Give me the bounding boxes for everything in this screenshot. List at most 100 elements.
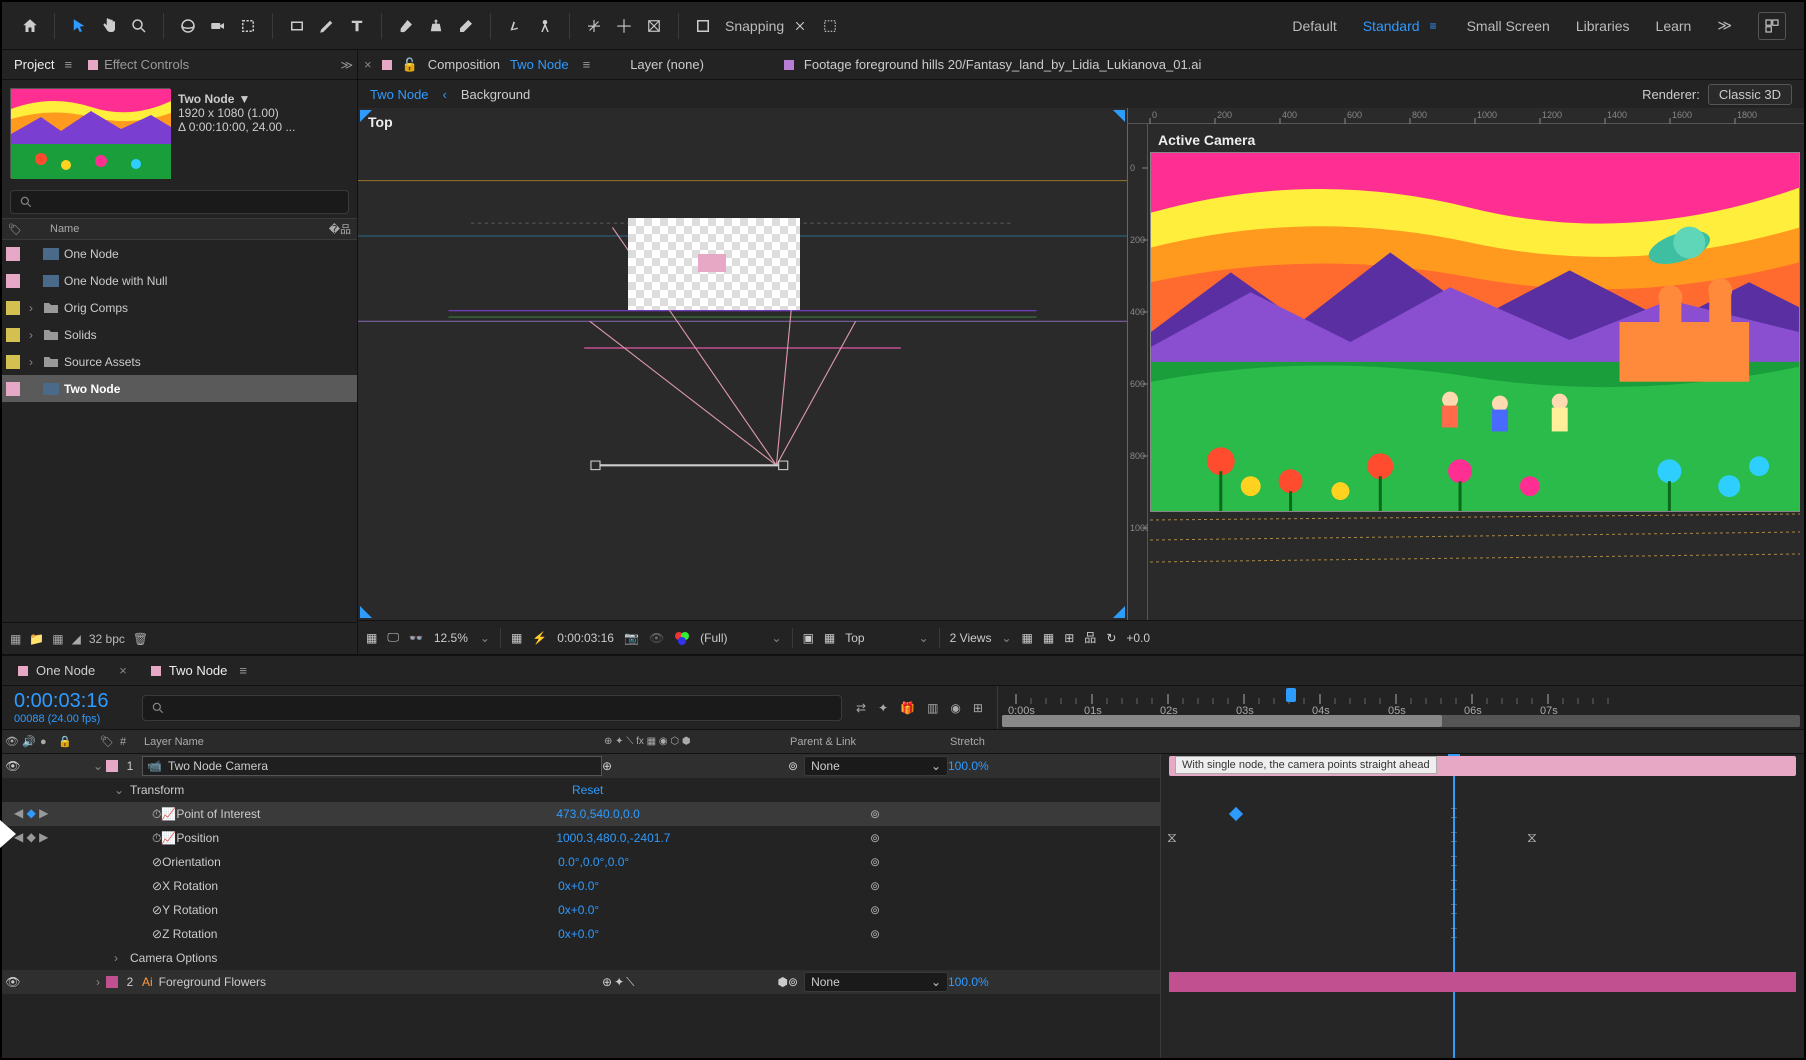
corner-handle[interactable]	[360, 606, 372, 618]
draft-3d-icon[interactable]: ✦	[878, 701, 888, 715]
comp-tab-name[interactable]: Two Node	[510, 57, 569, 72]
corner-handle[interactable]	[1113, 110, 1125, 122]
layer-marker[interactable]: With single node, the camera points stra…	[1175, 756, 1437, 774]
fast-preview-icon[interactable]: ⚡	[532, 631, 547, 645]
project-item[interactable]: ›Solids	[2, 321, 357, 348]
workspace-default[interactable]: Default	[1292, 18, 1336, 34]
breadcrumb-current[interactable]: Two Node	[370, 87, 429, 102]
tag-icon[interactable]: 🏷	[8, 223, 30, 236]
motion-blur-icon[interactable]: ◉	[950, 701, 960, 715]
3d-view-dropdown[interactable]: Top ⌄	[845, 631, 928, 645]
graph-editor-icon[interactable]: ⊞	[973, 701, 983, 715]
monitor-icon[interactable]: 🖵	[387, 630, 399, 645]
project-item[interactable]: ›Orig Comps	[2, 294, 357, 321]
snapping-checkbox[interactable]	[689, 12, 717, 40]
project-search[interactable]	[10, 190, 349, 214]
timeline-ruler[interactable]: 0:00s01s02s03s04s05s06s07s	[997, 686, 1804, 729]
brush-tool[interactable]	[392, 12, 420, 40]
new-folder-icon[interactable]: 📁	[29, 632, 44, 646]
roi-icon[interactable]: ▣	[803, 631, 814, 645]
viewer-top[interactable]: Top	[358, 108, 1128, 620]
camera-options-group[interactable]: ›Camera Options	[2, 946, 1160, 970]
timeline-tab-one-node[interactable]: One Node	[12, 659, 101, 682]
interpret-footage-icon[interactable]: ▦	[10, 632, 21, 646]
project-item[interactable]: ›Source Assets	[2, 348, 357, 375]
comp-mini-flowchart-icon[interactable]: ⇄	[856, 701, 866, 715]
panel-collapse-handle[interactable]	[0, 820, 16, 848]
type-tool[interactable]	[343, 12, 371, 40]
flowchart-icon-2[interactable]: 品	[1084, 629, 1096, 646]
transform-group[interactable]: ⌄TransformReset	[2, 778, 1160, 802]
selection-tool[interactable]	[65, 12, 93, 40]
channel-icon[interactable]	[674, 630, 690, 646]
zoom-tool[interactable]	[125, 12, 153, 40]
home-button[interactable]	[16, 12, 44, 40]
comp-tab-menu[interactable]: ≡	[583, 57, 591, 72]
resolution-dropdown[interactable]: (Full) ⌄	[700, 631, 781, 645]
transparency-grid-icon[interactable]: ▦	[824, 631, 835, 645]
frame-blend-icon[interactable]: ▥	[927, 701, 938, 715]
footage-tab[interactable]: Footage foreground hills 20/Fantasy_land…	[804, 57, 1202, 72]
timecode[interactable]: 0:00:03:16	[557, 631, 614, 645]
flowchart-icon[interactable]: �品	[329, 221, 351, 237]
exposure-value[interactable]: +0.0	[1126, 631, 1150, 645]
corner-handle[interactable]	[1113, 606, 1125, 618]
timeline-tab-two-node[interactable]: Two Node≡	[145, 659, 253, 682]
snapshot-icon[interactable]: 📷	[624, 631, 639, 645]
magnification-icon[interactable]: ▦	[366, 631, 377, 645]
puppet-pin-tool[interactable]	[531, 12, 559, 40]
current-time[interactable]: 0:00:03:16 00088 (24.00 fps)	[2, 688, 142, 727]
timeline-search[interactable]	[142, 695, 842, 721]
workspace-settings-icon[interactable]	[1758, 12, 1786, 40]
panel-overflow[interactable]: ≫	[340, 58, 353, 72]
lock-icon[interactable]: 🔓	[402, 57, 418, 73]
timeline-icon[interactable]: ⊞	[1064, 631, 1074, 645]
roto-brush-tool[interactable]	[501, 12, 529, 40]
panel-menu-icon[interactable]: ≡	[64, 57, 72, 72]
workspace-standard[interactable]: Standard	[1363, 18, 1420, 34]
hand-tool[interactable]	[95, 12, 123, 40]
snapping-option-2[interactable]	[816, 12, 844, 40]
workspace-menu-icon[interactable]: ≡	[1426, 19, 1441, 33]
view-axis-mode[interactable]	[640, 12, 668, 40]
viewer-active-camera[interactable]: 020040060080010001200140016001800 020040…	[1128, 108, 1804, 620]
project-item[interactable]: One Node	[2, 240, 357, 267]
new-comp-icon[interactable]: ▦	[52, 632, 63, 646]
eraser-tool[interactable]	[452, 12, 480, 40]
workspace-libraries[interactable]: Libraries	[1576, 18, 1630, 34]
pen-tool[interactable]	[313, 12, 341, 40]
vr-icon[interactable]: 👓	[409, 631, 424, 645]
bpc-icon[interactable]: ◢	[72, 632, 81, 646]
show-snapshot-icon[interactable]: 👁	[649, 631, 664, 645]
project-item[interactable]: One Node with Null	[2, 267, 357, 294]
timeline-tracks[interactable]: With single node, the camera points stra…	[1160, 754, 1804, 1058]
project-item[interactable]: Two Node	[2, 375, 357, 402]
orbit-tool[interactable]	[174, 12, 202, 40]
pixel-aspect-icon[interactable]: ▦	[1022, 631, 1033, 645]
layer-tab[interactable]: Layer (none)	[630, 57, 704, 72]
zoom-dropdown[interactable]: 12.5% ⌄	[434, 631, 490, 645]
resolution-icon[interactable]: ▦	[511, 631, 522, 645]
workspace-overflow[interactable]: ≫	[1717, 17, 1732, 34]
world-axis-mode[interactable]	[610, 12, 638, 40]
trash-icon[interactable]: 🗑	[133, 632, 148, 646]
snapping-option-1[interactable]	[786, 12, 814, 40]
rectangle-tool[interactable]	[283, 12, 311, 40]
tab-effect-controls[interactable]: Effect Controls	[80, 53, 197, 76]
local-axis-mode[interactable]	[580, 12, 608, 40]
tab-project[interactable]: Project≡	[6, 53, 80, 76]
renderer-selector[interactable]: Renderer: Classic 3D	[1642, 84, 1792, 105]
workspace-learn[interactable]: Learn	[1656, 18, 1692, 34]
camera-tool[interactable]	[204, 12, 232, 40]
breadcrumb-other[interactable]: Background	[461, 87, 530, 102]
workspace-small-screen[interactable]: Small Screen	[1467, 18, 1550, 34]
layer-row[interactable]: 👁⌄1📹Two Node Camera⊕⊚None⌄100.0%	[2, 754, 1160, 778]
clone-stamp-tool[interactable]	[422, 12, 450, 40]
reset-exposure-icon[interactable]: ↻	[1106, 631, 1116, 645]
shy-icon[interactable]: 🎁	[900, 701, 915, 715]
fast-preview-icon-2[interactable]: ▦	[1043, 631, 1054, 645]
close-tab-icon[interactable]: ×	[364, 57, 372, 72]
layer-row[interactable]: 👁›2AiForeground Flowers⊕✦⟍⬢⊚None⌄100.0%	[2, 970, 1160, 994]
pan-behind-tool[interactable]	[234, 12, 262, 40]
view-layout-dropdown[interactable]: 2 Views ⌄	[950, 631, 1012, 645]
